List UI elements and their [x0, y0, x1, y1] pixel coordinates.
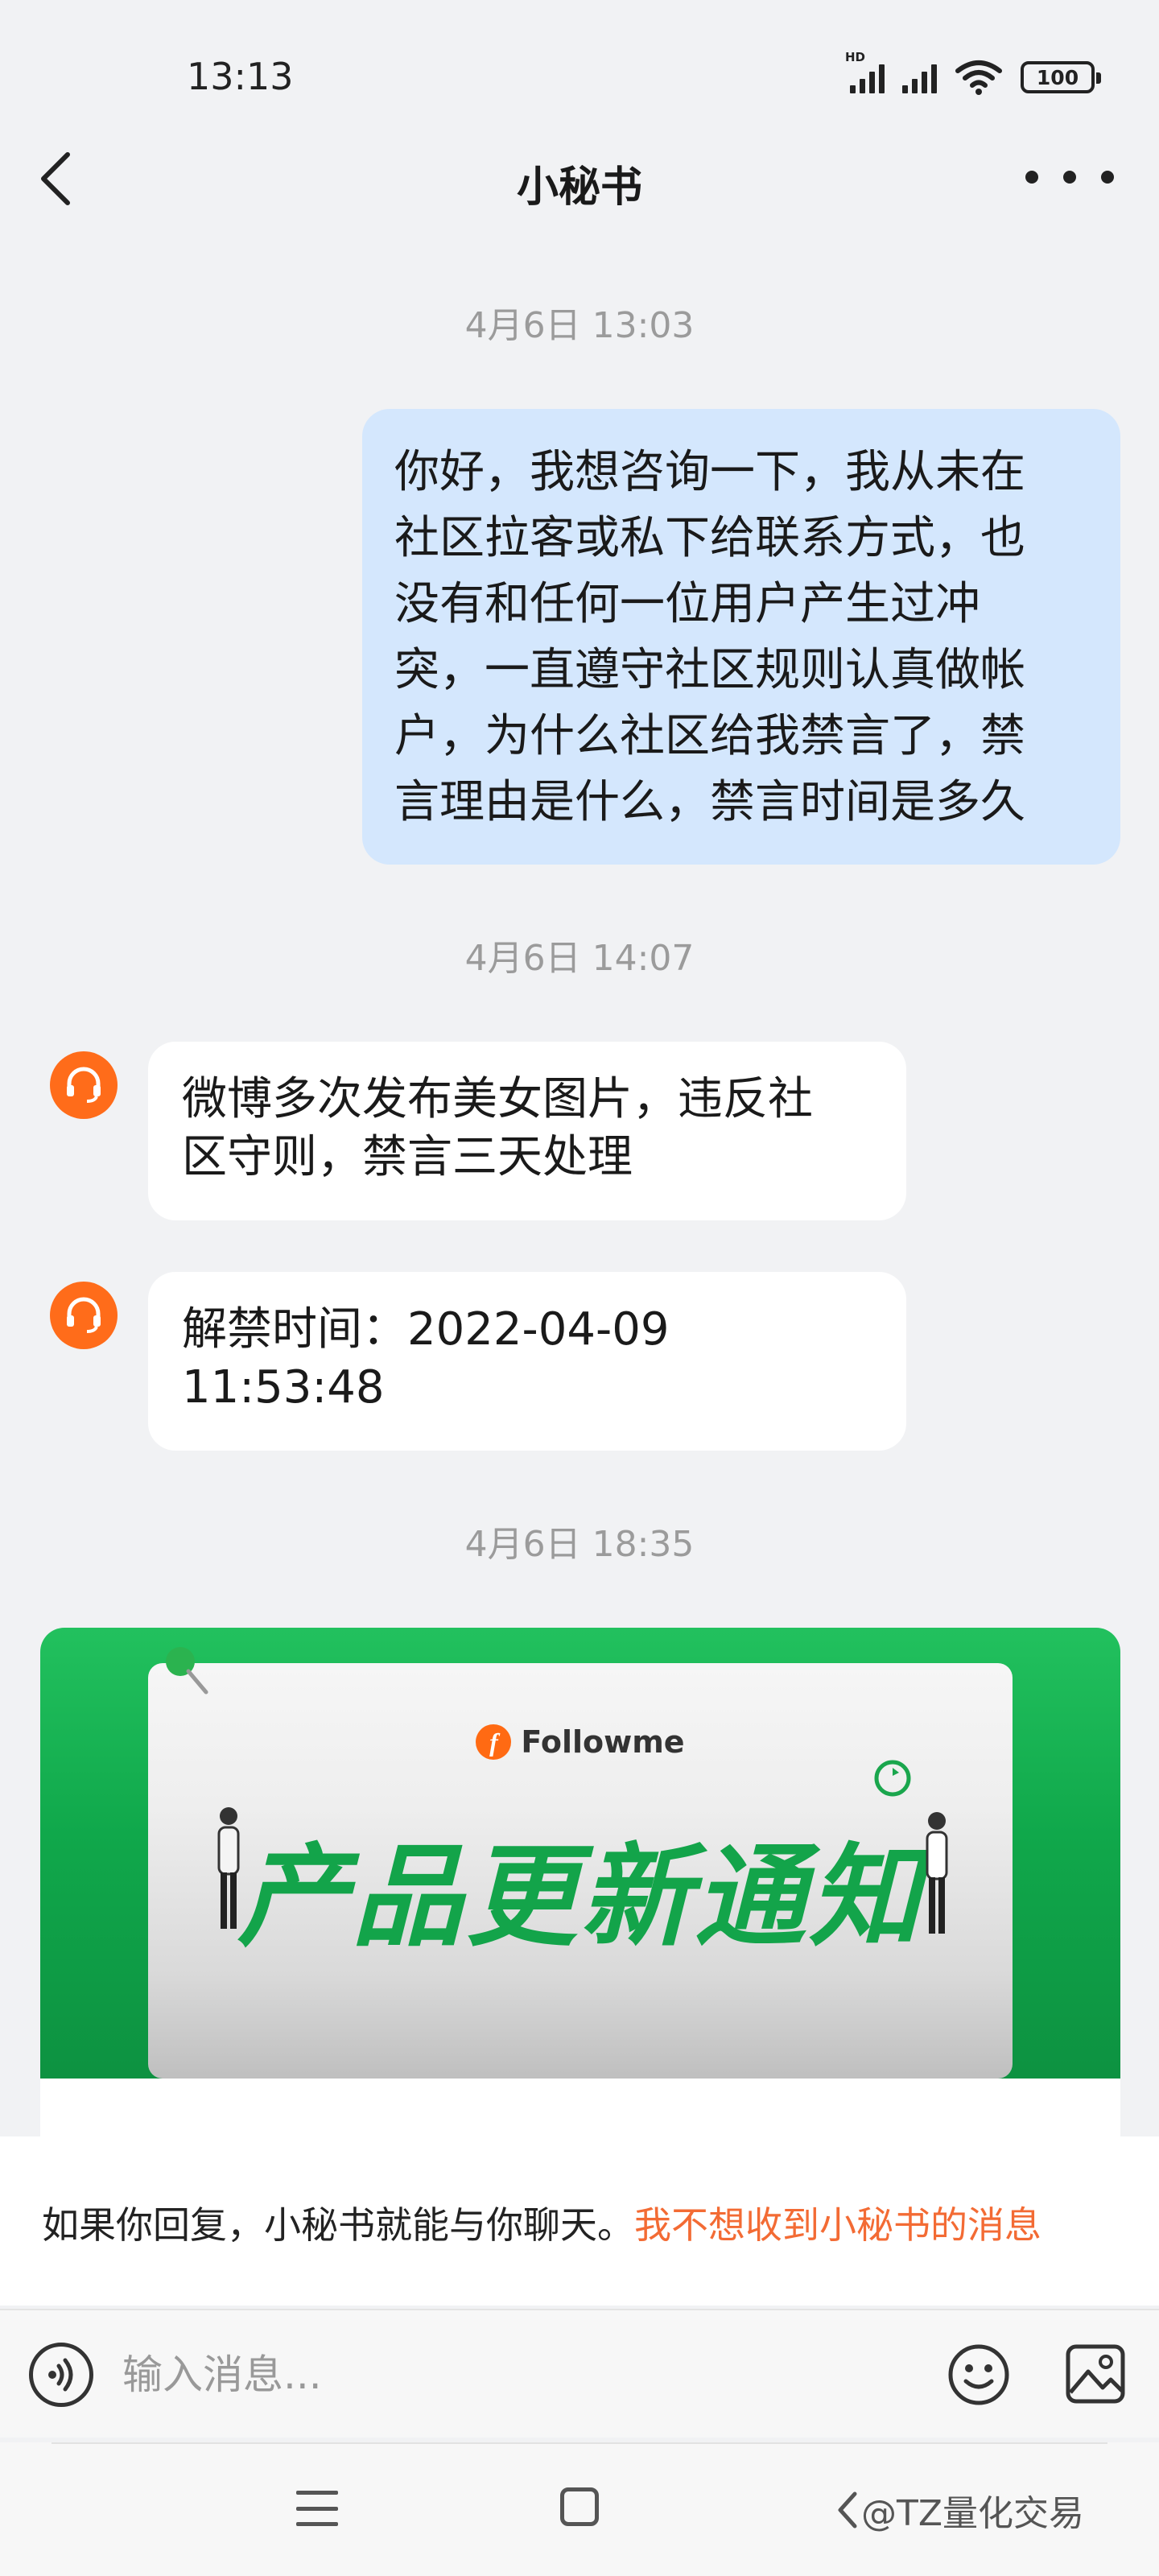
- image-icon: [1066, 2344, 1125, 2404]
- input-bar: [0, 2309, 1159, 2438]
- divider: [52, 2442, 1107, 2444]
- home-button[interactable]: [560, 2487, 599, 2526]
- brand-name: Followme: [521, 1724, 685, 1760]
- signal-icon: [902, 61, 937, 93]
- more-dot-icon: [1063, 171, 1076, 184]
- reply-message-bubble[interactable]: 解禁时间：2022-04-09 11:53:48: [148, 1272, 906, 1451]
- voice-button[interactable]: [29, 2343, 93, 2407]
- pin-icon: [166, 1647, 208, 1695]
- message-line: 你好，我想咨询一下，我从未在: [394, 446, 1025, 498]
- avatar[interactable]: [50, 1051, 118, 1119]
- promo-title: 产品更新通知: [237, 1832, 923, 1962]
- more-options-button[interactable]: [1025, 153, 1114, 201]
- message-line: 突，一直遵守社区规则认真做帐: [394, 644, 1025, 696]
- network-label: HD: [845, 50, 866, 64]
- watermark: @TZ量化交易: [861, 2493, 1085, 2534]
- unsubscribe-link[interactable]: 我不想收到小秘书的消息: [634, 2203, 1041, 2247]
- notice-message: 如果你回复，小秘书就能与你聊天。: [42, 2203, 634, 2247]
- reply-message-bubble[interactable]: 微博多次发布美女图片，违反社 区守则，禁言三天处理: [148, 1042, 906, 1220]
- headset-icon: [67, 1067, 101, 1103]
- person-right-illustration-icon: [926, 1812, 948, 1934]
- system-nav-bar: @TZ量化交易: [0, 2442, 1159, 2576]
- emoji-icon: [948, 2344, 1009, 2405]
- refresh-badge-icon: [874, 1760, 911, 1797]
- voice-icon: [48, 2358, 73, 2392]
- message-input[interactable]: [122, 2334, 911, 2415]
- message-line: 户，为什么社区给我禁言了，禁: [394, 710, 1025, 762]
- page-title: 小秘书: [516, 163, 642, 212]
- recents-button[interactable]: [296, 2491, 338, 2526]
- message-line: 区守则，禁言三天处理: [182, 1131, 633, 1183]
- headset-icon: [67, 1297, 101, 1333]
- menu-line-icon: [296, 2506, 338, 2511]
- my-message-bubble[interactable]: 你好，我想咨询一下，我从未在 社区拉客或私下给联系方式，也 没有和任何一位用户产…: [362, 409, 1120, 865]
- message-line: 没有和任何一位用户产生过冲: [394, 578, 980, 630]
- timestamp: 4月6日 13:03: [464, 305, 695, 346]
- brand: f Followme: [148, 1724, 1013, 1760]
- battery-icon: 100: [1021, 61, 1101, 93]
- status-time: 13:13: [187, 55, 294, 98]
- chat-header: 小秘书: [0, 129, 1159, 229]
- timestamp: 4月6日 14:07: [464, 938, 695, 979]
- reply-notice: 如果你回复，小秘书就能与你聊天。我不想收到小秘书的消息: [0, 2136, 1159, 2306]
- avatar[interactable]: [50, 1282, 118, 1349]
- message-line: 解禁时间：2022-04-09: [182, 1303, 670, 1356]
- more-dot-icon: [1101, 171, 1114, 184]
- timestamp: 4月6日 18:35: [464, 1524, 695, 1565]
- message-line: 微博多次发布美女图片，违反社: [182, 1073, 813, 1125]
- menu-line-icon: [296, 2491, 338, 2495]
- status-icons: HD 100: [845, 50, 1101, 95]
- signal-hd-icon: HD: [845, 50, 885, 93]
- message-line: 社区拉客或私下给联系方式，也: [394, 512, 1025, 564]
- message-line: 言理由是什么，禁言时间是多久: [394, 776, 1025, 828]
- emoji-button[interactable]: [947, 2343, 1011, 2407]
- notice-text: 如果你回复，小秘书就能与你聊天。我不想收到小秘书的消息: [42, 2196, 1041, 2249]
- image-button[interactable]: [1064, 2343, 1127, 2405]
- menu-line-icon: [296, 2522, 338, 2526]
- promo-card[interactable]: f Followme 产品更新通知: [40, 1628, 1120, 2143]
- promo-banner: f Followme 产品更新通知: [148, 1663, 1013, 2079]
- more-dot-icon: [1025, 171, 1038, 184]
- wifi-icon: [955, 60, 1002, 95]
- person-left-illustration-icon: [217, 1807, 240, 1929]
- card-caption-strip: [40, 2079, 1120, 2143]
- brand-logo-icon: f: [476, 1724, 512, 1760]
- message-line: 11:53:48: [182, 1361, 385, 1414]
